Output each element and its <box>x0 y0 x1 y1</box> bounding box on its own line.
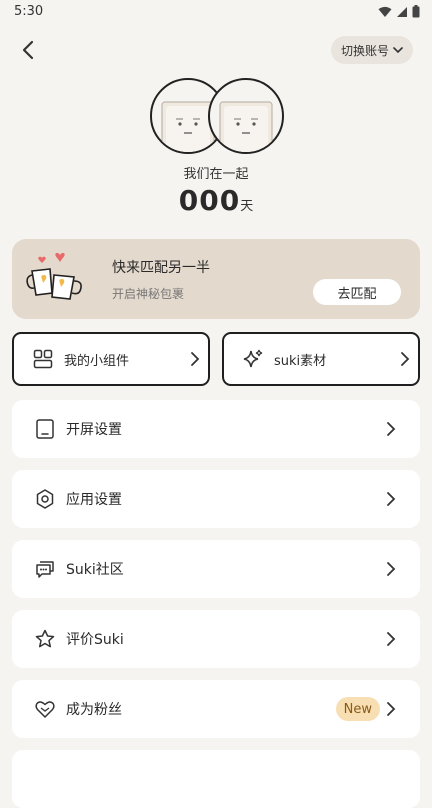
go-match-button[interactable]: 去匹配 <box>313 279 401 305</box>
new-badge: New <box>335 697 380 721</box>
tile-label: suki素材 <box>274 353 327 369</box>
signal-icon <box>397 6 407 17</box>
battery-icon <box>412 5 420 18</box>
settings-row-rate[interactable]: 评价Suki <box>12 610 420 668</box>
star-icon <box>34 628 56 650</box>
chat-bubbles-icon <box>34 558 56 580</box>
chevron-right-icon <box>387 562 396 576</box>
chevron-right-icon <box>387 632 396 646</box>
row-label: 开屏设置 <box>66 422 122 438</box>
mugs-hearts-icon <box>26 253 82 300</box>
days-count: 000 <box>178 184 241 217</box>
back-button[interactable] <box>14 36 42 64</box>
switch-account-button[interactable]: 切换账号 <box>330 36 413 64</box>
chevron-right-icon <box>387 422 396 436</box>
match-card[interactable]: 快来匹配另一半 开启神秘包裹 去匹配 <box>12 239 420 319</box>
settings-row-community[interactable]: Suki社区 <box>12 540 420 598</box>
gear-icon <box>34 488 56 510</box>
status-bar: 5:30 <box>0 0 432 24</box>
settings-row-app[interactable]: 应用设置 <box>12 470 420 528</box>
settings-row-splash[interactable]: 开屏设置 <box>12 400 420 458</box>
row-label: 成为粉丝 <box>66 702 122 718</box>
settings-row-partial[interactable] <box>12 750 420 808</box>
days-counter: 000天 <box>0 184 432 217</box>
tile-suki-materials[interactable]: suki素材 <box>222 332 420 386</box>
tile-my-widgets[interactable]: 我的小组件 <box>12 332 210 386</box>
row-label: 应用设置 <box>66 492 122 508</box>
days-unit: 天 <box>240 199 254 214</box>
status-time: 5:30 <box>14 4 44 19</box>
chevron-right-icon <box>387 702 396 716</box>
switch-account-label: 切换账号 <box>340 43 389 58</box>
chevron-right-icon <box>401 352 410 366</box>
couple-avatars <box>150 78 284 154</box>
status-icons <box>378 5 420 18</box>
wifi-icon <box>378 6 392 17</box>
phone-screen-icon <box>34 418 56 440</box>
chevron-right-icon <box>387 492 396 506</box>
widgets-icon <box>32 348 54 370</box>
chevron-right-icon <box>191 352 200 366</box>
sparkle-icon <box>242 348 264 370</box>
heart-icon <box>34 698 56 720</box>
together-label: 我们在一起 <box>183 167 249 182</box>
row-label: 评价Suki <box>66 632 124 648</box>
row-label: Suki社区 <box>66 562 124 578</box>
avatar[interactable] <box>208 78 284 154</box>
chevron-down-icon <box>393 47 403 54</box>
match-title: 快来匹配另一半 <box>112 260 210 276</box>
tile-label: 我的小组件 <box>64 353 130 369</box>
face-icon <box>219 101 273 152</box>
back-arrow-icon <box>22 40 34 60</box>
settings-row-fan[interactable]: 成为粉丝 New <box>12 680 420 738</box>
match-subtitle: 开启神秘包裹 <box>112 287 185 301</box>
